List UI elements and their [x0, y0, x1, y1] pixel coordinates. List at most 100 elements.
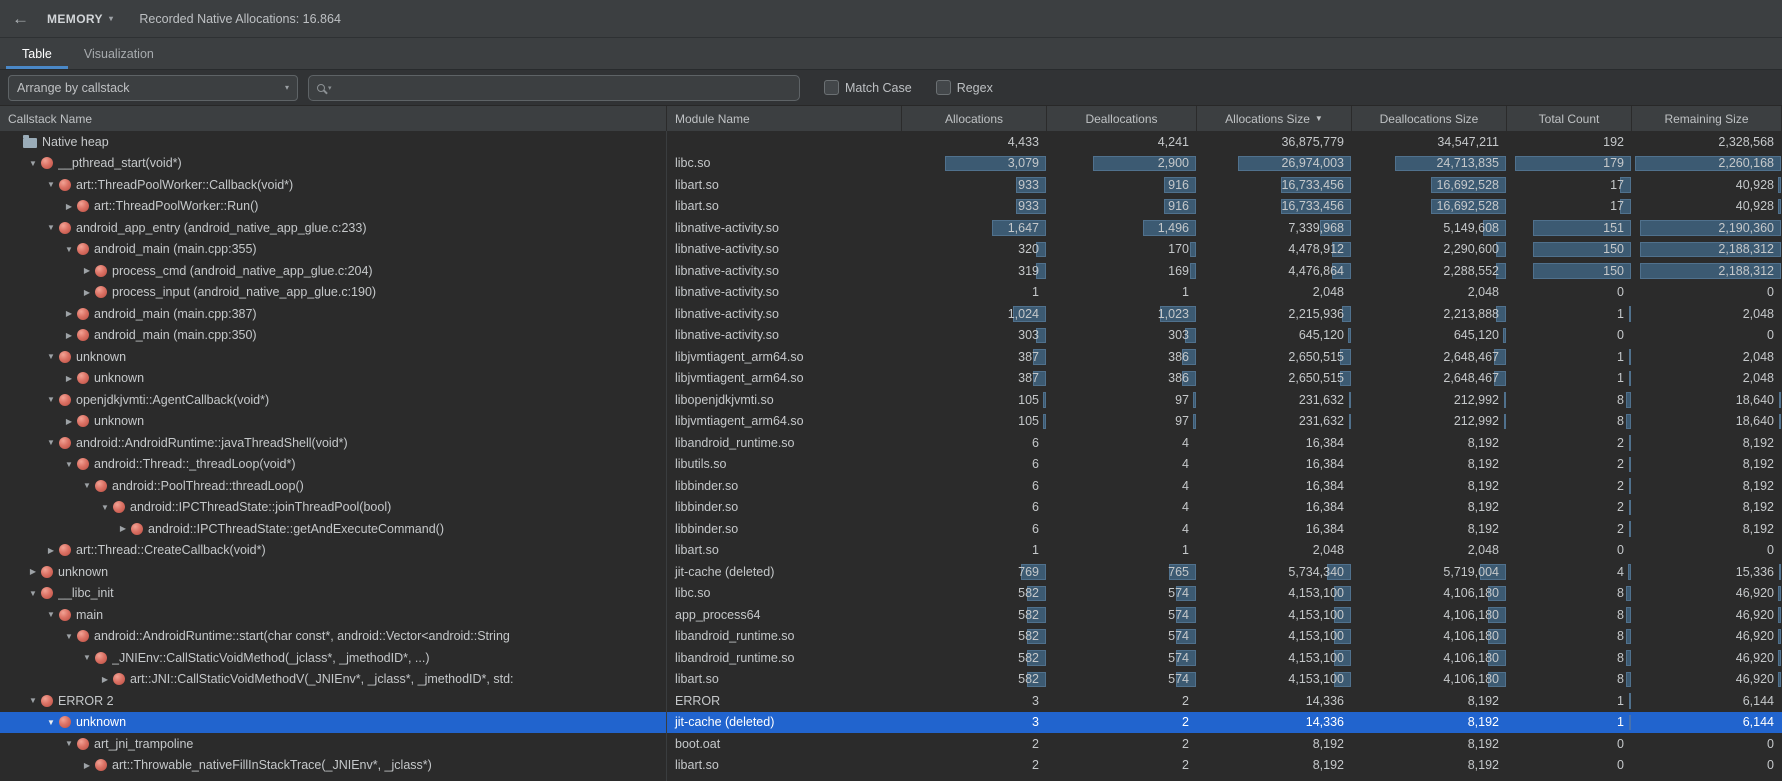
column-header-deallocations_size[interactable]: Deallocations Size [1352, 106, 1507, 131]
collapse-arrow-icon[interactable]: ▼ [62, 739, 76, 748]
table-row[interactable]: ▶unknownlibjvmtiagent_arm64.so10597231,6… [0, 411, 1782, 433]
checkbox-box[interactable] [824, 80, 839, 95]
allocations-value: 319 [902, 260, 1047, 282]
expand-arrow-icon[interactable]: ▶ [116, 524, 130, 533]
table-row[interactable]: ▼android::Thread::_threadLoop(void*)libu… [0, 454, 1782, 476]
table-row[interactable]: ▶android_main (main.cpp:350)libnative-ac… [0, 325, 1782, 347]
table-row[interactable]: ▼art::ThreadPoolWorker::Callback(void*)l… [0, 174, 1782, 196]
profiler-selector[interactable]: MEMORY ▾ [47, 12, 113, 26]
collapse-arrow-icon[interactable]: ▼ [62, 245, 76, 254]
expand-arrow-icon[interactable]: ▶ [62, 374, 76, 383]
table-row[interactable]: ▶android::IPCThreadState::getAndExecuteC… [0, 518, 1782, 540]
cell-value: 2 [1617, 436, 1624, 450]
table-row[interactable]: ▼__pthread_start(void*)libc.so3,0792,900… [0, 153, 1782, 175]
table-row[interactable]: ▶android_main (main.cpp:387)libnative-ac… [0, 303, 1782, 325]
collapse-arrow-icon[interactable]: ▼ [26, 159, 40, 168]
expand-arrow-icon[interactable]: ▶ [44, 546, 58, 555]
collapse-arrow-icon[interactable]: ▼ [80, 653, 94, 662]
table-row[interactable]: ▼unknownjit-cache (deleted)3214,3368,192… [0, 712, 1782, 734]
cell-value: 582 [1018, 672, 1039, 686]
heap-folder-icon [23, 138, 37, 148]
remaining-size-value: 0 [1632, 540, 1782, 562]
back-button[interactable]: ← [12, 9, 29, 29]
table-row[interactable]: ▼_JNIEnv::CallStaticVoidMethod(_jclass*,… [0, 647, 1782, 669]
table-row[interactable]: ▶process_cmd (android_native_app_glue.c:… [0, 260, 1782, 282]
collapse-arrow-icon[interactable]: ▼ [44, 718, 58, 727]
collapse-arrow-icon[interactable]: ▼ [62, 460, 76, 469]
column-header-remaining_size[interactable]: Remaining Size [1632, 106, 1782, 131]
collapse-arrow-icon[interactable]: ▼ [44, 438, 58, 447]
collapse-arrow-icon[interactable]: ▼ [44, 395, 58, 404]
expand-arrow-icon[interactable]: ▶ [26, 567, 40, 576]
table-row[interactable]: ▶art::Thread::CreateCallback(void*)libar… [0, 540, 1782, 562]
column-header-total_count[interactable]: Total Count [1507, 106, 1632, 131]
cell-value: 169 [1168, 264, 1189, 278]
collapse-arrow-icon[interactable]: ▼ [98, 503, 112, 512]
table-row[interactable]: ▶ art::JNI::CallStaticVoidMethodV(_JNIEnv… [0, 669, 1782, 691]
cell-value: 18,640 [1736, 414, 1774, 428]
expand-arrow-icon[interactable]: ▶ [62, 417, 76, 426]
cell-value: 386 [1168, 371, 1189, 385]
table-row[interactable]: ▼unknownlibjvmtiagent_arm64.so3873862,65… [0, 346, 1782, 368]
collapse-arrow-icon[interactable]: ▼ [62, 632, 76, 641]
column-header-deallocations[interactable]: Deallocations [1047, 106, 1197, 131]
table-row[interactable]: ▶unknownlibjvmtiagent_arm64.so3873862,65… [0, 368, 1782, 390]
collapse-arrow-icon[interactable]: ▼ [44, 610, 58, 619]
allocation-method-icon [77, 458, 89, 470]
checkbox-box[interactable] [936, 80, 951, 95]
table-row[interactable]: ▼android::AndroidRuntime::start(char con… [0, 626, 1782, 648]
table-row[interactable]: ▶art::ThreadPoolWorker::Run()libart.so93… [0, 196, 1782, 218]
table-row[interactable]: ▼android::PoolThread::threadLoop()libbin… [0, 475, 1782, 497]
expand-arrow-icon[interactable]: ▶ [98, 675, 112, 684]
cell-value: 1 [1617, 371, 1624, 385]
table-row[interactable]: ▶ [0, 776, 1782, 781]
search-input[interactable] [339, 81, 793, 95]
column-header-name[interactable]: Callstack Name [0, 106, 667, 131]
table-row[interactable]: ▼openjdkjvmti::AgentCallback(void*)libop… [0, 389, 1782, 411]
deallocations-value [1047, 776, 1197, 781]
search-field[interactable]: ▾ [308, 75, 800, 101]
tab-table[interactable]: Table [6, 38, 68, 69]
collapse-arrow-icon[interactable]: ▼ [26, 589, 40, 598]
tab-visualization[interactable]: Visualization [68, 38, 170, 69]
column-header-allocations[interactable]: Allocations [902, 106, 1047, 131]
table-row[interactable]: ▼__libc_initlibc.so5825744,153,1004,106,… [0, 583, 1782, 605]
expand-arrow-icon[interactable]: ▶ [62, 202, 76, 211]
collapse-arrow-icon[interactable]: ▼ [44, 352, 58, 361]
cell-value: 4 [1182, 457, 1189, 471]
column-header-module[interactable]: Module Name [667, 106, 902, 131]
callstack-name: art::JNI::CallStaticVoidMethodV(_JNIEnv*… [130, 672, 514, 686]
table-row[interactable]: ▶unknownjit-cache (deleted)7697655,734,3… [0, 561, 1782, 583]
cell-value: 0 [1767, 758, 1774, 772]
table-row[interactable]: ▼ERROR 2ERROR3214,3368,19216,144 [0, 690, 1782, 712]
total-count-value: 1 [1507, 303, 1632, 325]
cell-value: 3 [1032, 715, 1039, 729]
expand-arrow-icon[interactable]: ▶ [62, 309, 76, 318]
arrange-dropdown[interactable]: Arrange by callstack ▾ [8, 75, 298, 101]
column-header-allocations_size[interactable]: Allocations Size▼ [1197, 106, 1352, 131]
table-row[interactable]: ▼android_main (main.cpp:355)libnative-ac… [0, 239, 1782, 261]
regex-checkbox[interactable]: Regex [936, 80, 993, 95]
expand-arrow-icon[interactable]: ▶ [80, 266, 94, 275]
column-header-label: Total Count [1539, 112, 1600, 126]
table-row[interactable]: ▶art::Throwable_nativeFillInStackTrace(_… [0, 755, 1782, 777]
allocations-size-value: 8,192 [1197, 733, 1352, 755]
table-row[interactable]: ▼android::IPCThreadState::joinThreadPool… [0, 497, 1782, 519]
table-row[interactable]: ▼android::AndroidRuntime::javaThreadShel… [0, 432, 1782, 454]
table-row[interactable]: ▼art_jni_trampolineboot.oat228,1928,1920… [0, 733, 1782, 755]
collapse-arrow-icon[interactable]: ▼ [44, 223, 58, 232]
match-case-checkbox[interactable]: Match Case [824, 80, 912, 95]
deallocations-value: 169 [1047, 260, 1197, 282]
table-row[interactable]: ▼android_app_entry (android_native_app_g… [0, 217, 1782, 239]
table-row[interactable]: Native heap4,4334,24136,875,77934,547,21… [0, 131, 1782, 153]
collapse-arrow-icon[interactable]: ▼ [26, 696, 40, 705]
remaining-size-value: 8,192 [1632, 432, 1782, 454]
table-row[interactable]: ▼mainapp_process645825744,153,1004,106,1… [0, 604, 1782, 626]
expand-arrow-icon[interactable]: ▶ [62, 331, 76, 340]
table-row[interactable]: ▶process_input (android_native_app_glue.… [0, 282, 1782, 304]
expand-arrow-icon[interactable]: ▶ [80, 761, 94, 770]
expand-arrow-icon[interactable]: ▶ [80, 288, 94, 297]
collapse-arrow-icon[interactable]: ▼ [44, 180, 58, 189]
cell-value: 2,048 [1468, 543, 1499, 557]
collapse-arrow-icon[interactable]: ▼ [80, 481, 94, 490]
